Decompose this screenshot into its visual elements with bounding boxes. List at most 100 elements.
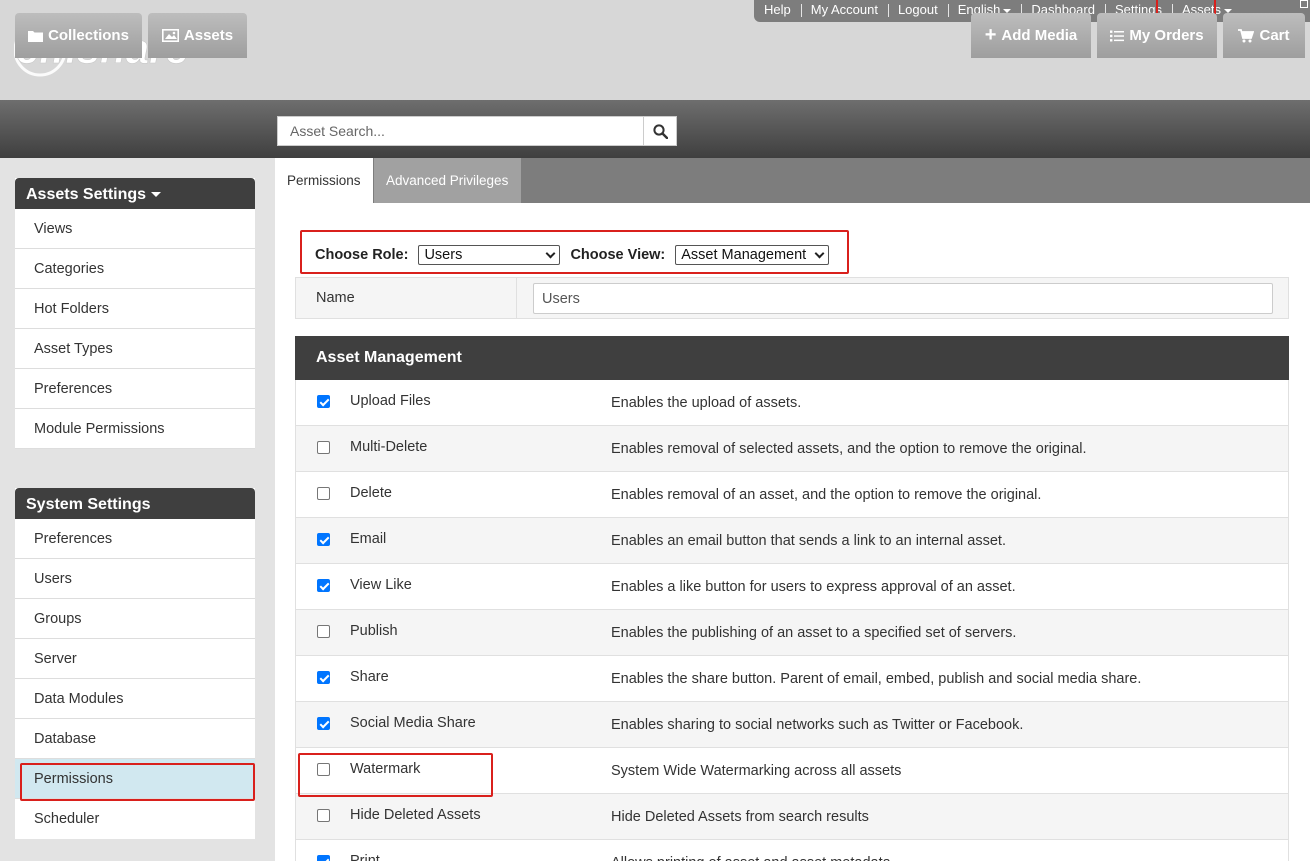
permission-description: Enables the upload of assets. — [611, 395, 802, 411]
assets-settings-panel: Assets Settings Views Categories Hot Fol… — [15, 178, 255, 449]
permission-checkbox[interactable] — [317, 625, 330, 638]
permission-description: System Wide Watermarking across all asse… — [611, 763, 902, 779]
main-content: Permissions Advanced Privileges Choose R… — [275, 158, 1310, 861]
sidebar-item-server[interactable]: Server — [15, 639, 255, 679]
system-settings-header: System Settings — [15, 488, 255, 519]
search-button[interactable] — [643, 117, 676, 145]
cart-icon — [1238, 28, 1255, 42]
add-media-button[interactable]: + Add Media — [971, 13, 1091, 58]
sidebar-item-views[interactable]: Views — [15, 209, 255, 249]
permission-name: Hide Deleted Assets — [350, 807, 481, 823]
permission-description: Enables the share button. Parent of emai… — [611, 671, 1142, 687]
permission-checkbox[interactable] — [317, 487, 330, 500]
search-icon — [652, 123, 668, 139]
sidebar-item-categories[interactable]: Categories — [15, 249, 255, 289]
permission-checkbox[interactable] — [317, 579, 330, 592]
permission-name: Delete — [350, 485, 392, 501]
name-row: Name — [295, 277, 1289, 319]
window-icon — [1300, 0, 1308, 8]
table-row: Watermark System Wide Watermarking across… — [295, 748, 1289, 794]
assets-settings-header[interactable]: Assets Settings — [15, 178, 255, 209]
table-row: Email Enables an email button that sends … — [295, 518, 1289, 564]
assets-button[interactable]: Assets — [148, 13, 247, 58]
sidebar-item-asset-preferences[interactable]: Preferences — [15, 369, 255, 409]
plus-icon: + — [984, 23, 997, 46]
tab-permissions[interactable]: Permissions — [275, 158, 373, 203]
sidebar-item-scheduler[interactable]: Scheduler — [15, 799, 255, 839]
permission-checkbox[interactable] — [317, 809, 330, 822]
permission-checkbox[interactable] — [317, 717, 330, 730]
chevron-down-icon — [814, 248, 825, 258]
logout-link[interactable]: Logout — [887, 0, 948, 22]
permission-checkbox[interactable] — [317, 763, 330, 776]
list-icon — [1110, 30, 1125, 41]
permission-checkbox[interactable] — [317, 533, 330, 546]
sidebar-item-users[interactable]: Users — [15, 559, 255, 599]
sidebar-item-module-permissions[interactable]: Module Permissions — [15, 409, 255, 449]
permission-checkbox[interactable] — [317, 671, 330, 684]
permission-name: Watermark — [350, 761, 421, 777]
tab-bar: Permissions Advanced Privileges — [275, 158, 1310, 203]
permission-description: Enables the publishing of an asset to a … — [611, 625, 1017, 641]
table-row: Multi-Delete Enables removal of selected … — [295, 426, 1289, 472]
sidebar-item-database[interactable]: Database — [15, 719, 255, 759]
name-input[interactable] — [533, 283, 1273, 314]
permission-name: Multi-Delete — [350, 439, 428, 455]
permission-name: View Like — [350, 577, 412, 593]
permission-description: Allows printing of asset and asset metad… — [611, 855, 891, 861]
caret-down-icon — [1003, 8, 1012, 13]
permission-name: Upload Files — [350, 393, 431, 409]
role-select[interactable]: Users — [418, 245, 561, 265]
permission-description: Hide Deleted Assets from search results — [611, 809, 869, 825]
tab-advanced-privileges[interactable]: Advanced Privileges — [374, 158, 521, 203]
permission-name: Email — [350, 531, 387, 547]
table-row: Print Allows printing of asset and asset … — [295, 840, 1289, 861]
caret-down-icon — [151, 192, 162, 198]
permission-description: Enables removal of an asset, and the opt… — [611, 487, 1042, 503]
permission-name: Print — [350, 853, 380, 861]
table-row: Publish Enables the publishing of an asse… — [295, 610, 1289, 656]
table-row: Upload Files Enables the upload of assets… — [295, 380, 1289, 426]
sidebar-item-data-modules[interactable]: Data Modules — [15, 679, 255, 719]
permission-checkbox[interactable] — [317, 855, 330, 861]
chevron-down-icon — [546, 248, 556, 258]
permission-name: Publish — [350, 623, 398, 639]
help-link[interactable]: Help — [754, 0, 801, 22]
cart-button[interactable]: Cart — [1223, 13, 1305, 58]
table-row: Share Enables the share button. Parent of… — [295, 656, 1289, 702]
permission-name: Share — [350, 669, 389, 685]
permission-description: Enables removal of selected assets, and … — [611, 441, 1087, 457]
choose-role-label: Choose Role: — [315, 247, 409, 263]
permission-name: Social Media Share — [350, 715, 476, 731]
collections-button[interactable]: Collections — [15, 13, 142, 58]
role-selector-row: Choose Role: Users Choose View: Asset Ma… — [315, 245, 839, 265]
caret-down-icon — [1223, 8, 1232, 13]
my-orders-button[interactable]: My Orders — [1097, 13, 1217, 58]
sidebar-item-groups[interactable]: Groups — [15, 599, 255, 639]
permission-checkbox[interactable] — [317, 441, 330, 454]
permission-description: Enables sharing to social networks such … — [611, 717, 1024, 733]
choose-view-label: Choose View: — [570, 247, 666, 263]
asset-search-input[interactable] — [278, 117, 643, 145]
table-row: Hide Deleted Assets Hide Deleted Assets f… — [295, 794, 1289, 840]
asset-search — [277, 116, 677, 146]
table-row: Delete Enables removal of an asset, and t… — [295, 472, 1289, 518]
folder-icon — [28, 30, 44, 42]
system-settings-panel: System Settings Preferences Users Groups… — [15, 488, 255, 839]
table-row: View Like Enables a like button for users… — [295, 564, 1289, 610]
permission-description: Enables an email button that sends a lin… — [611, 533, 1006, 549]
sidebar-item-asset-types[interactable]: Asset Types — [15, 329, 255, 369]
sidebar-item-preferences[interactable]: Preferences — [15, 519, 255, 559]
view-select[interactable]: Asset Management — [675, 245, 830, 265]
divider — [516, 278, 517, 318]
table-row: Social Media Share Enables sharing to soc… — [295, 702, 1289, 748]
name-label: Name — [316, 290, 355, 306]
section-title: Asset Management — [295, 336, 1289, 380]
sidebar-item-hot-folders[interactable]: Hot Folders — [15, 289, 255, 329]
sidebar-item-permissions[interactable]: Permissions — [15, 759, 255, 799]
images-icon — [161, 29, 179, 42]
permission-description: Enables a like button for users to expre… — [611, 579, 1016, 595]
permissions-table: Upload Files Enables the upload of assets… — [295, 380, 1289, 861]
permission-checkbox[interactable] — [317, 395, 330, 408]
my-account-link[interactable]: My Account — [800, 0, 888, 22]
